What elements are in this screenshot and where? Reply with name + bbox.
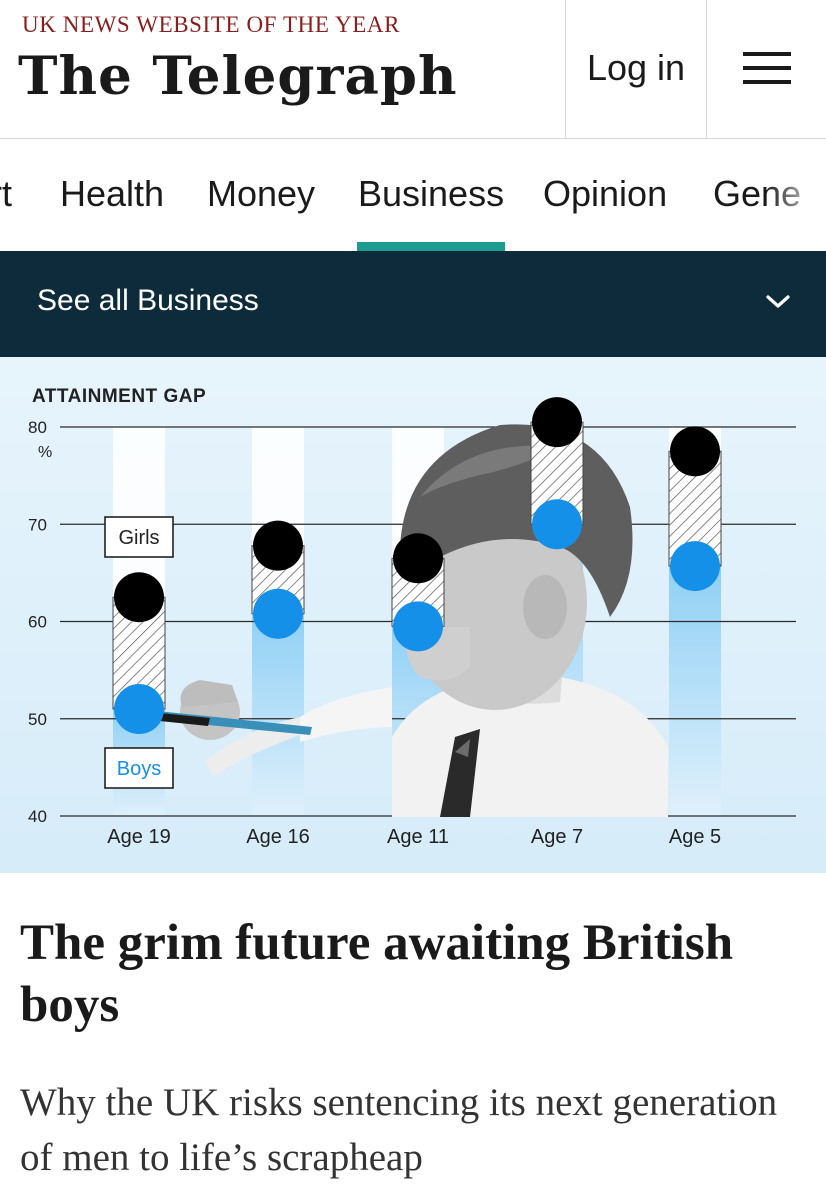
girls-point (670, 426, 720, 477)
boys-point (114, 684, 164, 735)
login-button[interactable]: Log in (565, 0, 707, 139)
nav-item-health[interactable]: Health (60, 173, 164, 215)
attainment-gap-chart: 80 70 60 50 40% ATTAINMENT GAP Age 19 Age 16 Age… (0, 357, 826, 873)
nav-fade (766, 139, 826, 251)
tagline: UK NEWS WEBSITE OF THE YEAR (22, 12, 401, 37)
article-headline[interactable]: The grim future awaiting British boys (20, 912, 815, 1036)
column-fade (252, 613, 304, 816)
column-fade (669, 566, 721, 816)
telegraph-logo[interactable]: The Telegraph (18, 46, 458, 107)
girls-point (393, 533, 443, 584)
girls-point (253, 520, 303, 571)
login-label: Log in (586, 46, 686, 88)
chevron-down-icon (766, 295, 790, 308)
x-tick-label: Age 16 (246, 826, 309, 848)
x-tick-label: Age 5 (669, 826, 721, 848)
boys-point (532, 499, 582, 550)
boys-point (253, 588, 303, 639)
y-tick-label: 70 (28, 515, 47, 534)
article-standfirst: Why the UK risks sentencing its next gen… (20, 1081, 778, 1179)
y-tick-label: 40 (28, 807, 47, 826)
menu-button[interactable] (707, 0, 826, 139)
nav-item-business[interactable]: Business (358, 173, 504, 215)
x-tick-label: Age 11 (387, 826, 449, 848)
y-unit-label: % (38, 444, 52, 461)
y-tick-label: 50 (28, 710, 47, 729)
boys-legend-label: Boys (117, 758, 161, 780)
y-tick-label: 80 (28, 418, 47, 437)
section-nav: rt Health Money Business Opinion Gene (0, 139, 826, 251)
boys-point (670, 541, 720, 592)
article-chart-image: 80 70 60 50 40% ATTAINMENT GAP Age 19 Age 16 Age… (0, 357, 826, 873)
nav-item-sport[interactable]: rt (0, 173, 12, 215)
x-tick-label: Age 7 (531, 826, 583, 848)
x-tick-label: Age 19 (107, 826, 170, 848)
see-all-dropdown[interactable]: See all Business (0, 251, 826, 357)
girls-legend-label: Girls (118, 527, 159, 549)
masthead: UK NEWS WEBSITE OF THE YEAR The Telegrap… (0, 0, 826, 139)
y-tick-label: 60 (28, 613, 47, 632)
chart-title: ATTAINMENT GAP (32, 386, 206, 407)
nav-item-money[interactable]: Money (207, 173, 315, 215)
girls-point (114, 572, 164, 623)
active-tab-indicator (357, 242, 505, 251)
boys-point (393, 601, 443, 652)
nav-item-opinion[interactable]: Opinion (543, 173, 667, 215)
girls-point (532, 397, 582, 448)
see-all-label: See all Business (37, 284, 259, 317)
hamburger-icon (742, 51, 791, 84)
